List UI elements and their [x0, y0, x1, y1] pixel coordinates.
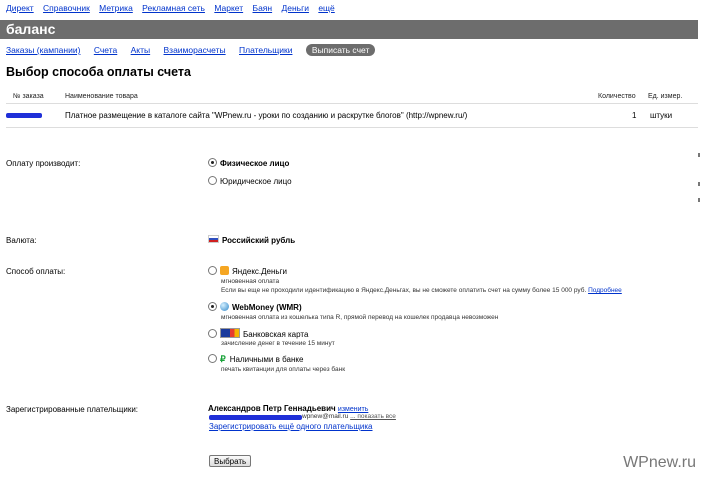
- table-divider: [6, 103, 698, 104]
- russia-flag-icon: [208, 235, 219, 243]
- more-info-link[interactable]: Подробнее: [588, 287, 622, 294]
- payer-name: Александров Петр Геннадьевич: [208, 404, 336, 413]
- email-redacted: [209, 415, 302, 420]
- th-quantity: Количество: [598, 93, 636, 100]
- topnav-money[interactable]: Деньги: [281, 3, 308, 13]
- currency-value: Российский рубль: [208, 235, 295, 245]
- header-bar: баланс: [0, 20, 698, 39]
- th-unit: Ед. измер.: [648, 93, 683, 100]
- watermark: WPnew.ru: [623, 454, 696, 471]
- payer-email: wpnew@mail.ru: [302, 413, 349, 420]
- edit-payer-link[interactable]: изменить: [338, 406, 368, 413]
- scroll-marker: [698, 182, 700, 186]
- unit-cell: штуки: [650, 111, 673, 120]
- order-number-redacted[interactable]: [6, 113, 42, 118]
- bank-card-sub: зачисление денег в течение 15 минут: [221, 340, 335, 347]
- currency-label: Валюта:: [6, 236, 37, 245]
- topnav-metrika[interactable]: Метрика: [99, 3, 133, 13]
- payment-option-bank-card[interactable]: Банковская карта: [208, 328, 308, 339]
- subnav-orders[interactable]: Заказы (кампании): [6, 45, 80, 55]
- page-header: баланс: [6, 21, 56, 37]
- table-divider-bottom: [6, 127, 698, 128]
- product-cell: Платное размещение в каталоге сайта "WPn…: [65, 111, 468, 120]
- payment-option-cash[interactable]: ₽ Наличными в банке: [208, 354, 303, 365]
- quantity-cell: 1: [632, 111, 637, 120]
- cash-sub: печать квитанции для оплаты через банк: [221, 366, 346, 373]
- th-product: Наименование товара: [65, 93, 138, 100]
- select-button[interactable]: Выбрать: [209, 455, 252, 467]
- cash-icon: ₽: [220, 354, 226, 364]
- subnav-invoices[interactable]: Счета: [94, 45, 117, 55]
- add-payer-link[interactable]: Зарегистрировать ещё одного плательщика: [209, 422, 373, 431]
- topnav-ad-network[interactable]: Рекламная сеть: [142, 3, 205, 13]
- payment-option-yandex-money[interactable]: Яндекс.Деньги: [208, 266, 287, 276]
- topnav-more[interactable]: ещё: [318, 3, 334, 13]
- radio-legal[interactable]: [208, 176, 217, 185]
- bank-card-icon: [220, 328, 240, 338]
- topnav-bayan[interactable]: Баян: [253, 3, 273, 13]
- payment-option-webmoney[interactable]: WebMoney (WMR): [208, 302, 302, 312]
- payer-option-legal[interactable]: Юридическое лицо: [208, 176, 292, 186]
- payment-method-label: Способ оплаты:: [6, 267, 66, 276]
- yandex-money-icon: [220, 266, 229, 275]
- topnav-market[interactable]: Маркет: [214, 3, 243, 13]
- payer-name-row: Александров Петр Геннадьевич изменить: [208, 404, 368, 413]
- yandex-money-note: Если вы еще не проходили идентификацию в…: [221, 287, 622, 294]
- top-navigation: Директ Справочник Метрика Рекламная сеть…: [6, 3, 342, 13]
- payer-option-individual[interactable]: Физическое лицо: [208, 158, 289, 168]
- subnav-issue-invoice-active[interactable]: Выписать счет: [305, 44, 376, 56]
- yandex-money-sub: мгновенная оплата: [221, 278, 280, 285]
- webmoney-icon: [220, 302, 229, 311]
- payer-email-row: wpnew@mail.ru ... показать все: [302, 413, 396, 420]
- topnav-reference[interactable]: Справочник: [43, 3, 90, 13]
- radio-webmoney[interactable]: [208, 302, 217, 311]
- sub-navigation: Заказы (кампании) Счета Акты Взаиморасче…: [6, 44, 376, 56]
- topnav-direct[interactable]: Директ: [6, 3, 34, 13]
- page-title: Выбор способа оплаты счета: [6, 65, 191, 79]
- radio-bank-card[interactable]: [208, 329, 217, 338]
- radio-cash[interactable]: [208, 354, 217, 363]
- show-all-link[interactable]: ... показать все: [350, 413, 396, 420]
- subnav-acts[interactable]: Акты: [131, 45, 151, 55]
- scroll-marker: [698, 198, 700, 202]
- subnav-settlements[interactable]: Взаиморасчеты: [164, 45, 226, 55]
- registered-payers-label: Зарегистрированные плательщики:: [6, 405, 139, 414]
- radio-individual[interactable]: [208, 158, 217, 167]
- radio-yandex-money[interactable]: [208, 266, 217, 275]
- webmoney-sub: мгновенная оплата из кошелька типа R, пр…: [221, 314, 499, 321]
- payer-label: Оплату производит:: [6, 159, 81, 168]
- subnav-payers[interactable]: Плательщики: [239, 45, 292, 55]
- th-order-number: № заказа: [13, 93, 44, 100]
- scroll-marker: [698, 153, 700, 157]
